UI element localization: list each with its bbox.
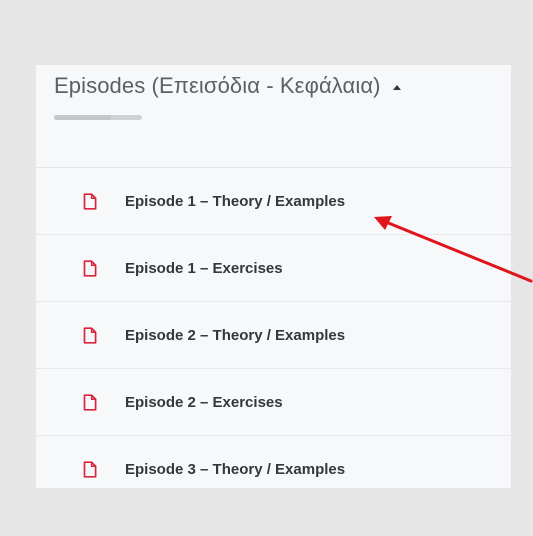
caret-up-icon <box>392 84 401 90</box>
episode-label: Episode 2 – Exercises <box>125 393 283 411</box>
file-icon <box>83 259 97 277</box>
episode-item-3[interactable]: Episode 2 – Theory / Examples <box>36 302 511 369</box>
section-progress-bar <box>54 115 142 120</box>
section-title: Episodes (Επεισόδια - Κεφάλαια) <box>54 73 381 98</box>
file-icon <box>83 393 97 411</box>
episode-label: Episode 1 – Theory / Examples <box>125 192 346 210</box>
arrow-icon <box>374 216 533 283</box>
file-icon <box>83 192 97 210</box>
episode-label: Episode 1 – Exercises <box>125 259 283 277</box>
file-icon <box>83 460 97 478</box>
episode-label: Episode 3 – Theory / Examples <box>125 460 346 478</box>
episodes-section-toggle[interactable]: Episodes (Επεισόδια - Κεφάλαια) <box>54 73 401 99</box>
episode-item-5[interactable]: Episode 3 – Theory / Examples <box>36 436 511 488</box>
file-icon <box>83 326 97 344</box>
episode-label: Episode 2 – Theory / Examples <box>125 326 346 344</box>
screenshot-canvas: Episodes (Επεισόδια - Κεφάλαια) Episode … <box>0 0 533 536</box>
episode-item-4[interactable]: Episode 2 – Exercises <box>36 369 511 436</box>
section-progress-fill <box>54 115 112 120</box>
